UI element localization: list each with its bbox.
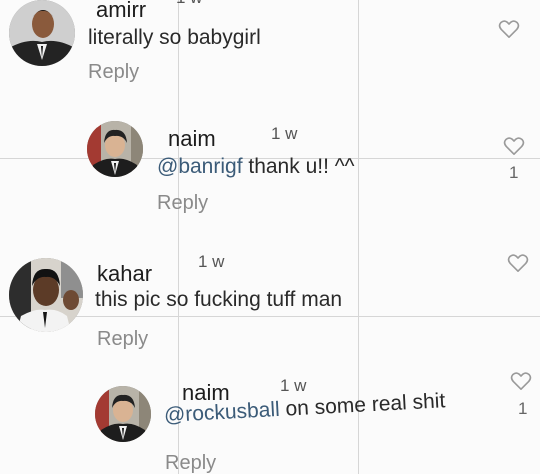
comment-timestamp: 1 w — [198, 252, 225, 271]
comment-text: literally so babygirl — [88, 26, 261, 49]
heart-icon[interactable] — [498, 19, 520, 39]
comment-username[interactable]: kahar — [97, 261, 152, 287]
comment-timestamp: 1 w — [271, 124, 298, 143]
heart-icon[interactable] — [503, 136, 525, 156]
comment-username[interactable]: naim — [168, 126, 216, 152]
mention-link[interactable]: @rockusball — [163, 398, 280, 427]
heart-icon[interactable] — [510, 371, 532, 391]
grid-line-horizontal — [0, 316, 540, 317]
comment-text: @banrigf thank u!! ^^ — [157, 155, 354, 179]
reply-button[interactable]: Reply — [165, 452, 216, 474]
reply-button[interactable]: Reply — [97, 328, 148, 351]
avatar[interactable] — [87, 121, 143, 177]
comment-username[interactable]: amirr — [96, 0, 146, 23]
comment-timestamp: 1 w — [280, 376, 307, 395]
like-count: 1 — [509, 163, 519, 182]
avatar[interactable] — [9, 258, 83, 332]
comment-text-body: thank u!! ^^ — [242, 155, 355, 178]
avatar[interactable] — [9, 0, 75, 66]
reply-button[interactable]: Reply — [157, 192, 208, 215]
like-count: 1 — [518, 399, 528, 418]
comment-text: this pic so fucking tuff man — [95, 288, 343, 311]
mention-link[interactable]: @banrigf — [157, 155, 243, 178]
comment-timestamp: 1 w — [176, 0, 202, 8]
reply-button[interactable]: Reply — [88, 61, 139, 84]
heart-icon[interactable] — [507, 253, 529, 273]
avatar[interactable] — [95, 386, 151, 442]
